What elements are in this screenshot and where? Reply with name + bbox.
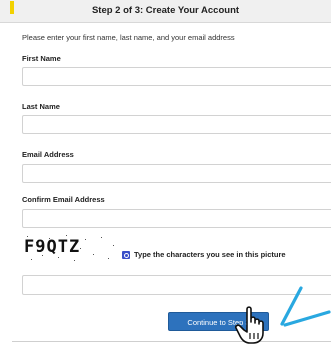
email-label: Email Address bbox=[22, 150, 74, 159]
hand-pointer-icon bbox=[235, 306, 264, 344]
last-name-input[interactable] bbox=[22, 115, 331, 134]
captcha-text: F9QTZ bbox=[24, 237, 81, 257]
captcha-image: F9QTZ bbox=[22, 233, 118, 263]
first-name-input[interactable] bbox=[22, 67, 331, 86]
step-header: Step 2 of 3: Create Your Account bbox=[0, 0, 331, 23]
captcha-hint: Type the characters you see in this pict… bbox=[134, 250, 286, 259]
divider bbox=[12, 341, 331, 342]
arrow-icon bbox=[280, 286, 331, 327]
refresh-icon[interactable] bbox=[122, 251, 130, 259]
confirm-email-label: Confirm Email Address bbox=[22, 195, 105, 204]
email-input[interactable] bbox=[22, 164, 331, 183]
form-instructions: Please enter your first name, last name,… bbox=[22, 33, 235, 42]
confirm-email-input[interactable] bbox=[22, 209, 331, 228]
first-name-label: First Name bbox=[22, 54, 61, 63]
last-name-label: Last Name bbox=[22, 102, 60, 111]
page-title: Step 2 of 3: Create Your Account bbox=[91, 5, 240, 16]
